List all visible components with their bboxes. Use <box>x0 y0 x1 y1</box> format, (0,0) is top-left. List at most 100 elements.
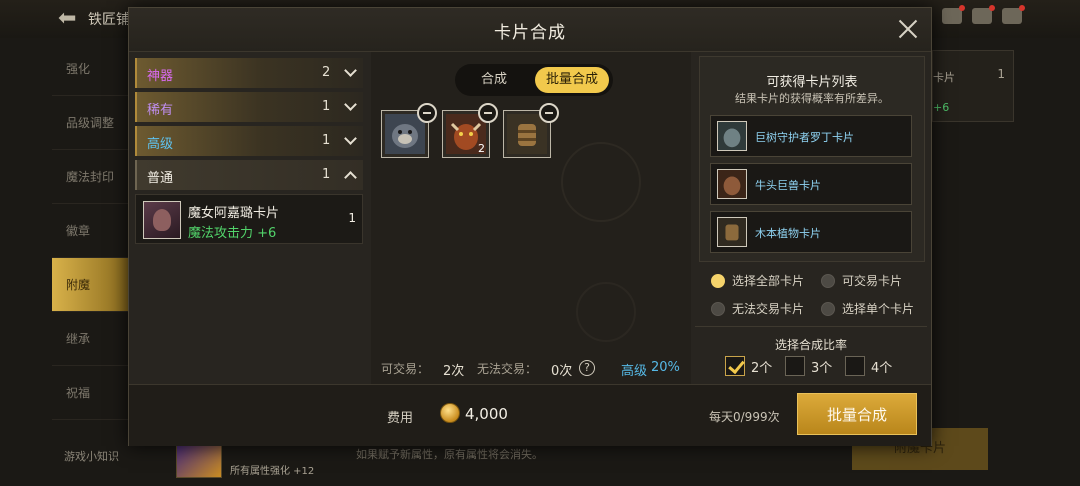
sidebar-item-inherit[interactable]: 继承 <box>52 312 128 366</box>
category-normal[interactable]: 普通 1 <box>135 160 363 190</box>
untradable-value: 0次 <box>551 364 573 379</box>
material-slot[interactable]: 2 <box>442 103 498 158</box>
chevron-down-icon <box>344 98 357 111</box>
filter-label: 选择全部卡片 <box>732 274 805 288</box>
card-stat: 魔法攻击力 +6 <box>188 226 277 241</box>
dialog-title: 卡片合成 <box>494 23 566 43</box>
background-sidebar: 强化 品级调整 魔法封印 徽章 附魔 继承 祝福 <box>52 42 128 432</box>
reward-item[interactable]: 木本植物卡片 <box>710 211 912 253</box>
remove-icon[interactable] <box>539 103 559 123</box>
wooden-golem-card-icon <box>717 217 747 247</box>
filter-untradable-cards[interactable]: 无法交易卡片 <box>711 300 804 317</box>
dialog-footer: 费用 4,000 每天0/999次 批量合成 <box>129 384 931 446</box>
fee-label: 费用 <box>387 411 414 426</box>
bag-icon[interactable] <box>942 5 965 24</box>
category-rare[interactable]: 稀有 1 <box>135 92 363 122</box>
bg-card-count: 1 <box>997 67 1005 81</box>
sidebar-item-bless[interactable]: 祝福 <box>52 366 128 420</box>
filter-label: 无法交易卡片 <box>732 302 805 316</box>
batch-synthesis-button[interactable]: 批量合成 <box>797 393 917 435</box>
mail-icon[interactable] <box>972 5 995 24</box>
ratio-title: 选择合成比率 <box>774 338 847 352</box>
reward-name: 木本植物卡片 <box>755 227 821 240</box>
game-tips-link[interactable]: 游戏小知识 <box>64 448 119 464</box>
chevron-down-icon <box>344 64 357 77</box>
category-count: 2 <box>322 65 331 80</box>
ratio-label: 2个 <box>751 360 773 376</box>
reward-list-box: 可获得卡片列表 结果卡片的获得概率有所差异。 巨树守护者罗丁卡片 牛头巨兽卡片 <box>699 56 925 262</box>
filter-label: 选择单个卡片 <box>842 302 915 316</box>
category-count: 1 <box>322 133 331 148</box>
radio-off-icon <box>821 273 835 288</box>
sidebar-item-enchant[interactable]: 附魔 <box>52 258 128 312</box>
ratio-label: 4个 <box>871 360 893 376</box>
untradable-label: 无法交易： <box>477 362 538 376</box>
category-name: 普通 <box>147 171 174 186</box>
radio-off-icon <box>821 301 835 316</box>
material-slot[interactable] <box>503 103 559 158</box>
tree-guardian-card-icon <box>717 121 747 151</box>
remove-icon[interactable] <box>417 103 437 123</box>
sidebar-item-reinforce[interactable]: 强化 <box>52 42 128 96</box>
result-tier: 高级 <box>621 364 648 379</box>
ratio-option-2[interactable]: 2个 <box>725 356 772 376</box>
card-synthesis-dialog: 卡片合成 神器 2 稀有 1 高级 1 普通 1 魔女阿嘉璐卡片 魔法攻击力 +… <box>128 7 932 446</box>
witch-card-icon <box>143 201 181 239</box>
checkbox-checked-icon <box>725 356 745 376</box>
reward-list-subtitle: 结果卡片的获得概率有所差异。 <box>735 92 889 105</box>
background-attr: 所有属性强化 +12 <box>230 466 315 477</box>
result-tier-rate: 20% <box>651 360 680 375</box>
category-name: 稀有 <box>147 103 174 118</box>
reward-name: 巨树守护者罗丁卡片 <box>755 131 854 144</box>
tab-synthesis[interactable]: 合成 <box>459 67 529 93</box>
daily-limit: 每天0/999次 <box>709 410 780 424</box>
remove-icon[interactable] <box>478 103 498 123</box>
category-name: 高级 <box>147 137 174 152</box>
background-card-panel: 卡片 1 +6 <box>932 50 1014 122</box>
filter-tradable-cards[interactable]: 可交易卡片 <box>821 272 902 289</box>
synthesis-mode-toggle: 合成 批量合成 <box>455 64 613 96</box>
filter-label: 可交易卡片 <box>842 274 903 288</box>
background-emblem <box>576 282 636 342</box>
filter-single-card[interactable]: 选择单个卡片 <box>821 300 914 317</box>
gold-coin-icon <box>440 403 460 423</box>
fee-value: 4,000 <box>465 405 508 423</box>
ratio-option-3[interactable]: 3个 <box>785 356 832 376</box>
category-name: 神器 <box>147 69 174 84</box>
reward-list-title: 可获得卡片列表 <box>766 75 858 90</box>
ratio-label: 3个 <box>811 360 833 376</box>
sidebar-item-grade[interactable]: 品级调整 <box>52 96 128 150</box>
reward-name: 牛头巨兽卡片 <box>755 179 821 192</box>
close-icon[interactable] <box>895 16 921 42</box>
radio-on-icon <box>711 273 725 288</box>
background-note: 如果赋予新属性，原有属性将会消失。 <box>356 448 543 461</box>
divider <box>695 326 927 327</box>
background-title: 铁匠铺 <box>88 12 130 28</box>
material-slot[interactable] <box>381 103 437 158</box>
tradable-label: 可交易： <box>381 362 430 376</box>
reward-item[interactable]: 巨树守护者罗丁卡片 <box>710 115 912 157</box>
sidebar-item-seal[interactable]: 魔法封印 <box>52 150 128 204</box>
ratio-option-4[interactable]: 4个 <box>845 356 892 376</box>
top-icons <box>942 5 1025 24</box>
chevron-down-icon <box>344 132 357 145</box>
tab-batch-synthesis[interactable]: 批量合成 <box>535 67 609 93</box>
card-name: 魔女阿嘉璐卡片 <box>188 206 280 221</box>
background-card-thumb <box>176 444 222 478</box>
category-advanced[interactable]: 高级 1 <box>135 126 363 156</box>
card-count: 1 <box>348 211 356 225</box>
help-icon[interactable]: ? <box>579 360 595 376</box>
minotaur-card-icon <box>717 169 747 199</box>
category-count: 1 <box>322 167 331 182</box>
synthesis-area: 合成 批量合成 2 可交易： 2次 无法交易： 0次 ? 高级 20% <box>371 52 691 384</box>
card-entry-agalu[interactable]: 魔女阿嘉璐卡片 魔法攻击力 +6 1 <box>135 194 363 244</box>
checkbox-icon <box>785 356 805 376</box>
category-artifact[interactable]: 神器 2 <box>135 58 363 88</box>
back-arrow-icon[interactable]: ⬅ <box>58 6 76 31</box>
filter-all-cards[interactable]: 选择全部卡片 <box>711 272 804 289</box>
sidebar-item-emblem[interactable]: 徽章 <box>52 204 128 258</box>
category-count: 1 <box>322 99 331 114</box>
reward-item[interactable]: 牛头巨兽卡片 <box>710 163 912 205</box>
reward-panel: 可获得卡片列表 结果卡片的获得概率有所差异。 巨树守护者罗丁卡片 牛头巨兽卡片 <box>695 52 927 384</box>
chat-icon[interactable] <box>1002 5 1025 24</box>
